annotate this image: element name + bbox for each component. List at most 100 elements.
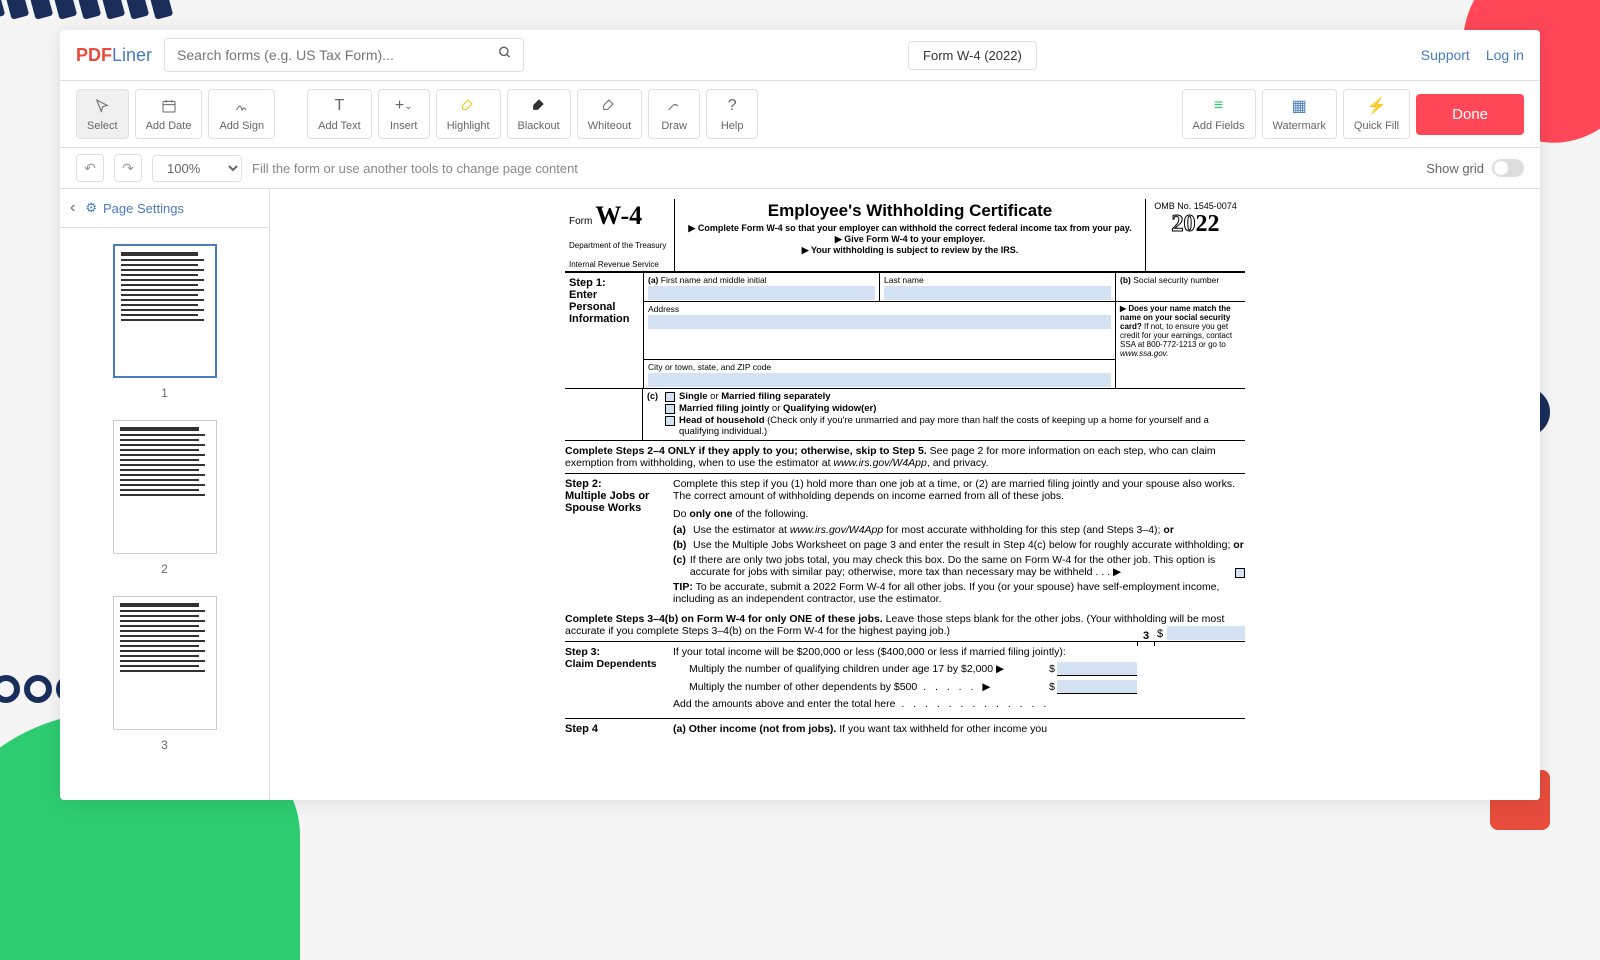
s2-oo-pre: Do: [673, 508, 689, 520]
s2-oo-post: of the following.: [733, 508, 809, 520]
done-button[interactable]: Done: [1416, 94, 1524, 135]
app-window: PDFLiner Form W-4 (2022) Support Log in …: [60, 30, 1540, 800]
whiteout-icon: [599, 96, 619, 116]
show-grid-label: Show grid: [1426, 161, 1484, 176]
search-wrap: [164, 38, 524, 72]
logo[interactable]: PDFLiner: [76, 45, 152, 66]
select-label: Select: [87, 120, 118, 132]
dollar-3: $: [1157, 628, 1163, 640]
highlight-tool[interactable]: Highlight: [436, 89, 501, 139]
support-link[interactable]: Support: [1421, 47, 1470, 63]
dept-irs: Internal Revenue Service: [569, 260, 670, 269]
s2a-link: www.irs.gov/W4App: [790, 524, 883, 536]
s2c: If there are only two jobs total, you ma…: [690, 554, 1229, 578]
zoom-select[interactable]: 100%: [152, 155, 242, 182]
redo-button[interactable]: ↷: [114, 154, 142, 182]
thumb-2-number: 2: [110, 562, 219, 576]
watermark-label: Watermark: [1273, 120, 1326, 132]
collapse-sidebar-button[interactable]: ‹: [70, 199, 75, 217]
search-input[interactable]: [164, 38, 524, 72]
logo-liner: Liner: [112, 45, 152, 65]
step4-heading: Step 4: [565, 723, 667, 735]
select-tool[interactable]: Select: [76, 89, 129, 139]
login-link[interactable]: Log in: [1486, 47, 1524, 63]
thumbnail-2[interactable]: 2: [110, 420, 219, 576]
document-viewer[interactable]: Form W-4 Department of the Treasury Inte…: [270, 189, 1540, 800]
step3-sub: Claim Dependents: [565, 658, 657, 670]
add-fields-tool[interactable]: ≡ Add Fields: [1182, 89, 1256, 139]
blackout-tool[interactable]: Blackout: [507, 89, 571, 139]
add-text-label: Add Text: [318, 120, 361, 132]
undo-button[interactable]: ↶: [76, 154, 104, 182]
help-tool[interactable]: ? Help: [706, 89, 758, 139]
checkbox-married-jointly[interactable]: [665, 404, 675, 414]
help-icon: ?: [722, 96, 742, 116]
step2: Step 2: Multiple Jobs or Spouse Works Co…: [565, 474, 1245, 609]
help-label: Help: [721, 120, 744, 132]
bolt-icon: ⚡: [1367, 96, 1387, 116]
main-area: ‹ ⚙ Page Settings 1 2 3: [60, 189, 1540, 800]
gear-icon: ⚙: [85, 200, 97, 216]
first-name-input[interactable]: [648, 286, 875, 300]
s2-oo-bold: only one: [689, 508, 732, 520]
city-label: City or town, state, and ZIP code: [648, 362, 771, 372]
logo-df: DF: [88, 45, 112, 65]
step2-sub: Multiple Jobs or Spouse Works: [565, 490, 667, 514]
form-bullet-1: ▶ Complete Form W-4 so that your employe…: [688, 223, 1131, 233]
dept-treasury: Department of the Treasury: [569, 241, 670, 250]
year-22: 22: [1196, 211, 1220, 237]
whiteout-tool[interactable]: Whiteout: [577, 89, 642, 139]
search-icon[interactable]: [498, 46, 512, 65]
step3-line2-pre: Multiply the number of other dependents …: [689, 681, 917, 693]
add-date-tool[interactable]: Add Date: [135, 89, 203, 139]
cb2b: or: [769, 403, 783, 414]
ssn-label: Social security number: [1133, 275, 1219, 285]
toolbar: Select Add Date Add Sign T Add Text + ⌄ …: [60, 81, 1540, 148]
dollar-2: $: [1049, 681, 1055, 693]
header-links: Support Log in: [1421, 47, 1524, 63]
step3-line2-dots: . . . . . ▶: [917, 681, 993, 693]
s2a-post: for most accurate withholding for this s…: [883, 524, 1163, 536]
last-name-input[interactable]: [884, 286, 1111, 300]
add-text-tool[interactable]: T Add Text: [307, 89, 372, 139]
add-sign-tool[interactable]: Add Sign: [208, 89, 275, 139]
checkbox-single[interactable]: [665, 392, 675, 402]
show-grid-toggle[interactable]: [1492, 159, 1524, 177]
draw-tool[interactable]: Draw: [648, 89, 700, 139]
first-name-label: First name and middle initial: [661, 275, 767, 285]
thumbnail-3[interactable]: 3: [110, 596, 219, 752]
step3-total-input[interactable]: [1167, 626, 1245, 640]
step1-b: (b): [1120, 275, 1131, 285]
instr1d: , and privacy.: [927, 457, 989, 469]
checkbox-head-household[interactable]: [665, 416, 675, 426]
thumb-1-number: 1: [110, 386, 219, 400]
cursor-icon: [92, 96, 112, 116]
fields-icon: ≡: [1209, 96, 1229, 116]
last-name-label: Last name: [884, 275, 924, 285]
step3-dependents-input[interactable]: [1057, 680, 1137, 694]
step3-line1: Multiply the number of qualifying childr…: [689, 663, 1047, 675]
cb2c: Qualifying widow(er): [783, 403, 876, 414]
year-20: 20: [1172, 211, 1196, 237]
form-bullet-3: ▶ Your withholding is subject to review …: [802, 245, 1019, 255]
quick-fill-tool[interactable]: ⚡ Quick Fill: [1343, 89, 1410, 139]
city-input[interactable]: [648, 373, 1111, 387]
secondary-bar: ↶ ↷ 100% Fill the form or use another to…: [60, 148, 1540, 189]
calendar-icon: [159, 96, 179, 116]
thumbnail-1[interactable]: 1: [110, 244, 219, 400]
watermark-tool[interactable]: ▦ Watermark: [1262, 89, 1337, 139]
quick-fill-label: Quick Fill: [1354, 120, 1399, 132]
add-date-label: Add Date: [146, 120, 192, 132]
step3-children-input[interactable]: [1057, 662, 1137, 676]
step2-checkbox[interactable]: [1235, 568, 1245, 578]
step4-a-text: If you want tax withheld for other incom…: [836, 723, 1047, 735]
insert-label: Insert: [390, 120, 418, 132]
instr1a: Complete Steps 2–4 ONLY if they apply to…: [565, 445, 927, 457]
thumbnails: 1 2 3: [60, 228, 269, 800]
insert-tool[interactable]: + ⌄ Insert: [378, 89, 430, 139]
logo-p: P: [76, 45, 88, 65]
add-sign-label: Add Sign: [219, 120, 264, 132]
step2-heading: Step 2:: [565, 478, 667, 490]
address-input[interactable]: [648, 315, 1111, 329]
page-settings-button[interactable]: ⚙ Page Settings: [85, 200, 184, 216]
